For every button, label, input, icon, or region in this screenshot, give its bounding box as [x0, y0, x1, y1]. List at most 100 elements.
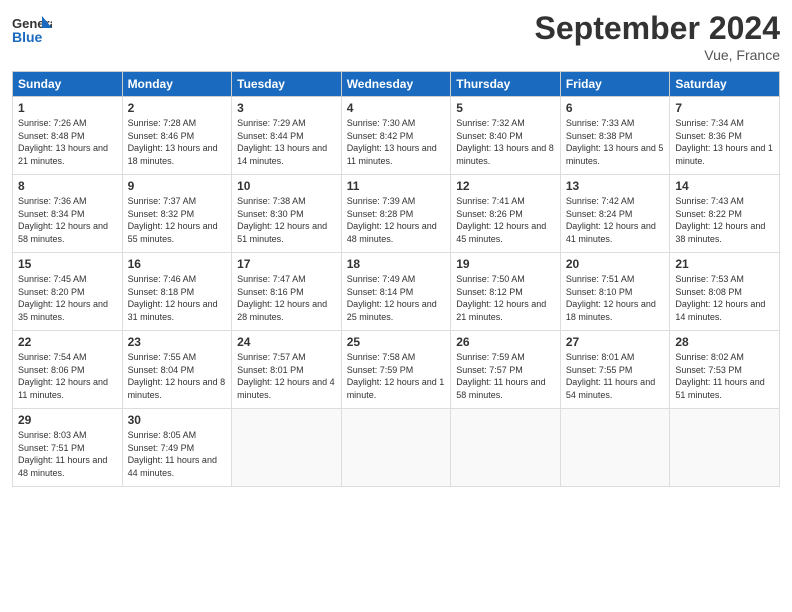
day-info: Sunrise: 7:51 AMSunset: 8:10 PMDaylight:… [566, 274, 656, 322]
table-row: 17 Sunrise: 7:47 AMSunset: 8:16 PMDaylig… [232, 253, 342, 331]
table-row: 8 Sunrise: 7:36 AMSunset: 8:34 PMDayligh… [13, 175, 123, 253]
table-row: 21 Sunrise: 7:53 AMSunset: 8:08 PMDaylig… [670, 253, 780, 331]
col-saturday: Saturday [670, 72, 780, 97]
day-info: Sunrise: 8:05 AMSunset: 7:49 PMDaylight:… [128, 430, 217, 478]
table-row: 13 Sunrise: 7:42 AMSunset: 8:24 PMDaylig… [560, 175, 670, 253]
day-number: 19 [456, 257, 555, 271]
calendar-week-row: 15 Sunrise: 7:45 AMSunset: 8:20 PMDaylig… [13, 253, 780, 331]
day-info: Sunrise: 7:50 AMSunset: 8:12 PMDaylight:… [456, 274, 546, 322]
day-info: Sunrise: 7:38 AMSunset: 8:30 PMDaylight:… [237, 196, 327, 244]
day-number: 15 [18, 257, 117, 271]
table-row: 20 Sunrise: 7:51 AMSunset: 8:10 PMDaylig… [560, 253, 670, 331]
table-row: 1 Sunrise: 7:26 AMSunset: 8:48 PMDayligh… [13, 97, 123, 175]
table-row: 2 Sunrise: 7:28 AMSunset: 8:46 PMDayligh… [122, 97, 232, 175]
calendar-week-row: 8 Sunrise: 7:36 AMSunset: 8:34 PMDayligh… [13, 175, 780, 253]
table-row: 26 Sunrise: 7:59 AMSunset: 7:57 PMDaylig… [451, 331, 561, 409]
col-wednesday: Wednesday [341, 72, 451, 97]
day-number: 23 [128, 335, 227, 349]
day-number: 5 [456, 101, 555, 115]
day-info: Sunrise: 7:54 AMSunset: 8:06 PMDaylight:… [18, 352, 108, 400]
day-number: 2 [128, 101, 227, 115]
table-row: 5 Sunrise: 7:32 AMSunset: 8:40 PMDayligh… [451, 97, 561, 175]
day-number: 18 [347, 257, 446, 271]
day-number: 16 [128, 257, 227, 271]
table-row: 11 Sunrise: 7:39 AMSunset: 8:28 PMDaylig… [341, 175, 451, 253]
day-number: 29 [18, 413, 117, 427]
table-row: 14 Sunrise: 7:43 AMSunset: 8:22 PMDaylig… [670, 175, 780, 253]
table-row: 23 Sunrise: 7:55 AMSunset: 8:04 PMDaylig… [122, 331, 232, 409]
calendar-week-row: 22 Sunrise: 7:54 AMSunset: 8:06 PMDaylig… [13, 331, 780, 409]
day-number: 26 [456, 335, 555, 349]
table-row: 24 Sunrise: 7:57 AMSunset: 8:01 PMDaylig… [232, 331, 342, 409]
day-info: Sunrise: 7:43 AMSunset: 8:22 PMDaylight:… [675, 196, 765, 244]
day-info: Sunrise: 7:37 AMSunset: 8:32 PMDaylight:… [128, 196, 218, 244]
day-info: Sunrise: 7:32 AMSunset: 8:40 PMDaylight:… [456, 118, 554, 166]
day-number: 11 [347, 179, 446, 193]
day-info: Sunrise: 7:42 AMSunset: 8:24 PMDaylight:… [566, 196, 656, 244]
table-row: 9 Sunrise: 7:37 AMSunset: 8:32 PMDayligh… [122, 175, 232, 253]
day-number: 10 [237, 179, 336, 193]
day-info: Sunrise: 7:41 AMSunset: 8:26 PMDaylight:… [456, 196, 546, 244]
col-tuesday: Tuesday [232, 72, 342, 97]
day-number: 17 [237, 257, 336, 271]
day-info: Sunrise: 7:46 AMSunset: 8:18 PMDaylight:… [128, 274, 218, 322]
day-info: Sunrise: 7:55 AMSunset: 8:04 PMDaylight:… [128, 352, 226, 400]
table-row: 10 Sunrise: 7:38 AMSunset: 8:30 PMDaylig… [232, 175, 342, 253]
col-monday: Monday [122, 72, 232, 97]
day-info: Sunrise: 7:58 AMSunset: 7:59 PMDaylight:… [347, 352, 445, 400]
table-row: 18 Sunrise: 7:49 AMSunset: 8:14 PMDaylig… [341, 253, 451, 331]
table-row: 30 Sunrise: 8:05 AMSunset: 7:49 PMDaylig… [122, 409, 232, 487]
day-info: Sunrise: 7:30 AMSunset: 8:42 PMDaylight:… [347, 118, 437, 166]
day-number: 13 [566, 179, 665, 193]
page-header: General Blue September 2024 Vue, France [12, 10, 780, 63]
day-info: Sunrise: 7:49 AMSunset: 8:14 PMDaylight:… [347, 274, 437, 322]
table-row: 28 Sunrise: 8:02 AMSunset: 7:53 PMDaylig… [670, 331, 780, 409]
table-row: 16 Sunrise: 7:46 AMSunset: 8:18 PMDaylig… [122, 253, 232, 331]
day-info: Sunrise: 7:28 AMSunset: 8:46 PMDaylight:… [128, 118, 218, 166]
day-info: Sunrise: 7:53 AMSunset: 8:08 PMDaylight:… [675, 274, 765, 322]
day-number: 1 [18, 101, 117, 115]
table-row: 19 Sunrise: 7:50 AMSunset: 8:12 PMDaylig… [451, 253, 561, 331]
day-info: Sunrise: 7:59 AMSunset: 7:57 PMDaylight:… [456, 352, 545, 400]
day-number: 22 [18, 335, 117, 349]
table-row: 3 Sunrise: 7:29 AMSunset: 8:44 PMDayligh… [232, 97, 342, 175]
col-friday: Friday [560, 72, 670, 97]
day-number: 27 [566, 335, 665, 349]
day-info: Sunrise: 8:03 AMSunset: 7:51 PMDaylight:… [18, 430, 107, 478]
day-number: 20 [566, 257, 665, 271]
page-container: General Blue September 2024 Vue, France … [0, 0, 792, 495]
day-number: 28 [675, 335, 774, 349]
calendar-week-row: 29 Sunrise: 8:03 AMSunset: 7:51 PMDaylig… [13, 409, 780, 487]
day-number: 4 [347, 101, 446, 115]
table-row: 29 Sunrise: 8:03 AMSunset: 7:51 PMDaylig… [13, 409, 123, 487]
logo-icon: General Blue [12, 10, 52, 50]
day-number: 24 [237, 335, 336, 349]
svg-text:Blue: Blue [12, 29, 43, 45]
table-row: 6 Sunrise: 7:33 AMSunset: 8:38 PMDayligh… [560, 97, 670, 175]
day-info: Sunrise: 7:57 AMSunset: 8:01 PMDaylight:… [237, 352, 335, 400]
title-area: September 2024 Vue, France [535, 10, 780, 63]
day-info: Sunrise: 7:26 AMSunset: 8:48 PMDaylight:… [18, 118, 108, 166]
day-number: 25 [347, 335, 446, 349]
day-info: Sunrise: 7:39 AMSunset: 8:28 PMDaylight:… [347, 196, 437, 244]
col-thursday: Thursday [451, 72, 561, 97]
day-info: Sunrise: 7:47 AMSunset: 8:16 PMDaylight:… [237, 274, 327, 322]
table-row: 22 Sunrise: 7:54 AMSunset: 8:06 PMDaylig… [13, 331, 123, 409]
day-number: 21 [675, 257, 774, 271]
day-info: Sunrise: 7:34 AMSunset: 8:36 PMDaylight:… [675, 118, 773, 166]
col-sunday: Sunday [13, 72, 123, 97]
day-number: 14 [675, 179, 774, 193]
day-info: Sunrise: 7:45 AMSunset: 8:20 PMDaylight:… [18, 274, 108, 322]
month-title: September 2024 [535, 10, 780, 47]
calendar-table: Sunday Monday Tuesday Wednesday Thursday… [12, 71, 780, 487]
header-row: Sunday Monday Tuesday Wednesday Thursday… [13, 72, 780, 97]
table-row: 25 Sunrise: 7:58 AMSunset: 7:59 PMDaylig… [341, 331, 451, 409]
day-number: 9 [128, 179, 227, 193]
day-info: Sunrise: 7:29 AMSunset: 8:44 PMDaylight:… [237, 118, 327, 166]
day-number: 12 [456, 179, 555, 193]
table-row [451, 409, 561, 487]
table-row [670, 409, 780, 487]
table-row: 27 Sunrise: 8:01 AMSunset: 7:55 PMDaylig… [560, 331, 670, 409]
location: Vue, France [535, 47, 780, 63]
table-row: 7 Sunrise: 7:34 AMSunset: 8:36 PMDayligh… [670, 97, 780, 175]
